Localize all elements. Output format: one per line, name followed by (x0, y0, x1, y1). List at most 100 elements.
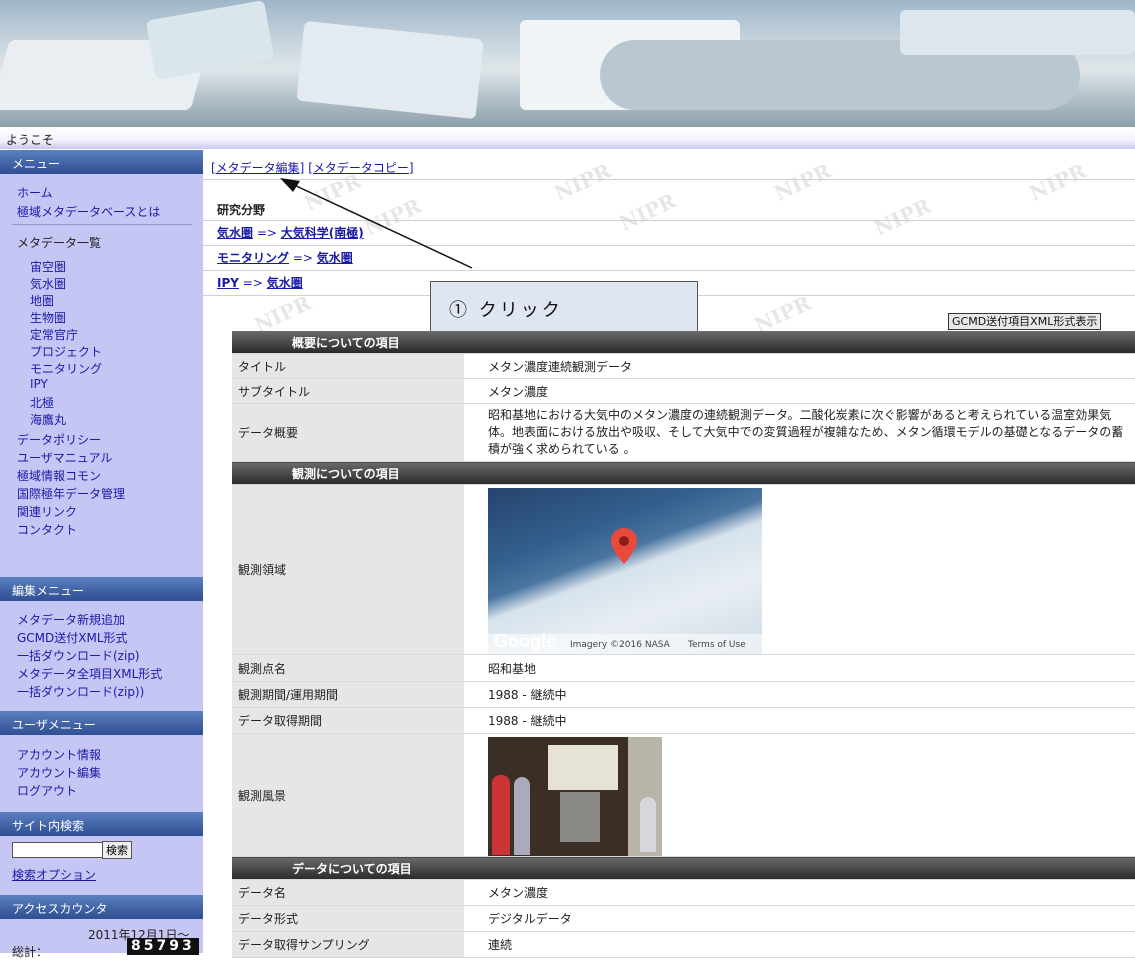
section-title: データについての項目 (232, 856, 464, 880)
row-value: 昭和基地 (464, 654, 1135, 682)
sidebar-item-category[interactable]: IPY (30, 377, 48, 391)
row-key: データ形式 (232, 905, 464, 932)
table-row: サブタイトル メタン濃度 (232, 378, 1135, 404)
divider (203, 179, 1135, 180)
sidebar-item-category[interactable]: 北極 (30, 394, 54, 411)
sidebar-item-logout[interactable]: ログアウト (17, 782, 77, 799)
header-banner-image (0, 0, 1135, 127)
section-title: 概要についての項目 (232, 331, 464, 354)
research-field-label: 研究分野 (217, 203, 266, 217)
watermark: NIPR (550, 158, 615, 206)
sidebar-header-user: ユーザメニュー (0, 711, 203, 735)
breadcrumb: 気水圏 => 大気科学(南極) (217, 224, 364, 241)
sidebar-item-category[interactable]: 生物圏 (30, 309, 66, 326)
row-key: 観測風景 (232, 733, 464, 857)
watermark: NIPR (615, 188, 680, 236)
sidebar-item-account-info[interactable]: アカウント情報 (17, 746, 101, 763)
table-row: データ取得サンプリング 連続 (232, 931, 1135, 958)
table-row: データ概要 昭和基地における大気中のメタン濃度の連続観測データ。二酸化炭素に次ぐ影… (232, 403, 1135, 462)
sidebar-item-link[interactable]: ユーザマニュアル (17, 449, 112, 466)
row-key: 観測点名 (232, 654, 464, 682)
google-logo: Google (494, 630, 556, 651)
sidebar-item-about[interactable]: 極域メタデータベースとは (17, 203, 160, 220)
row-value: メタン濃度 (464, 879, 1135, 906)
sidebar-item-link[interactable]: コンタクト (17, 521, 77, 538)
breadcrumb-link[interactable]: 気水圏 (317, 251, 353, 265)
row-key: データ取得期間 (232, 707, 464, 734)
sidebar-item-link[interactable]: 関連リンク (17, 503, 77, 520)
edit-menu-title: 編集メニュー (12, 584, 85, 598)
table-row: タイトル メタン濃度連続観測データ (232, 353, 1135, 379)
breadcrumb-link[interactable]: 大気科学(南極) (281, 226, 364, 240)
copy-metadata-link[interactable]: [メタデータコピー] (308, 161, 413, 175)
breadcrumb: モニタリング => 気水圏 (217, 249, 353, 266)
table-row: 観測風景 (232, 733, 1135, 857)
sidebar-item-category[interactable]: モニタリング (30, 360, 102, 377)
row-value: メタン濃度 (464, 378, 1135, 404)
sidebar-item-account-edit[interactable]: アカウント編集 (17, 764, 101, 781)
sidebar-item-all-zip[interactable]: 一括ダウンロード(zip)) (17, 683, 144, 700)
row-value (464, 733, 1135, 857)
table-row: データ形式 デジタルデータ (232, 905, 1135, 932)
site-search-input[interactable] (12, 842, 106, 858)
table-row: 観測点名 昭和基地 (232, 654, 1135, 682)
access-counter-value: 85793 (127, 938, 199, 955)
sidebar-item-link[interactable]: データポリシー (17, 431, 101, 448)
sidebar-header-edit: 編集メニュー (0, 577, 203, 601)
sidebar-item-link[interactable]: 国際極年データ管理 (17, 485, 125, 502)
row-key: データ取得サンプリング (232, 931, 464, 958)
section-header-data: データについての項目 (232, 856, 1135, 880)
row-value: デジタルデータ (464, 905, 1135, 932)
breadcrumb-link[interactable]: 気水圏 (267, 276, 303, 290)
row-value: Google Imagery ©2016 NASA Terms of Use (464, 484, 1135, 655)
row-value: 連続 (464, 931, 1135, 958)
search-options-link[interactable]: 検索オプション (12, 866, 96, 883)
sidebar-item-category[interactable]: 地圏 (30, 292, 54, 309)
map-imagery-credit: Imagery ©2016 NASA (570, 639, 670, 650)
gcmd-xml-display-button[interactable]: GCMD送付項目XML形式表示 (948, 313, 1102, 330)
table-row: 観測期間/運用期間 1988 - 継続中 (232, 681, 1135, 708)
sidebar-item-all-xml[interactable]: メタデータ全項目XML形式 (17, 665, 162, 682)
sidebar-item-home[interactable]: ホーム (17, 184, 53, 201)
counter-label: 総計： (12, 945, 49, 959)
map-terms-link[interactable]: Terms of Use (688, 640, 746, 650)
map-pin-icon (611, 527, 637, 564)
watermark: NIPR (770, 158, 835, 206)
watermark: NIPR (1025, 158, 1090, 206)
observation-area-map[interactable]: Google Imagery ©2016 NASA Terms of Use (488, 487, 762, 654)
sidebar-header-menu: メニュー (0, 150, 203, 174)
section-header-overview: 概要についての項目 (232, 331, 1135, 354)
sidebar-metadata-list-label: メタデータ一覧 (17, 236, 102, 250)
row-key: 観測領域 (232, 484, 464, 655)
breadcrumb-link[interactable]: IPY (217, 276, 239, 290)
sidebar-item-gcmd-xml[interactable]: GCMD送付XML形式 (17, 629, 128, 646)
observation-scene-photo (488, 736, 662, 856)
row-key: サブタイトル (232, 378, 464, 404)
row-key: 観測期間/運用期間 (232, 681, 464, 708)
watermark: NIPR (360, 193, 425, 241)
section-header-observation: 観測についての項目 (232, 461, 1135, 485)
divider (203, 220, 1135, 221)
sidebar-item-category[interactable]: 海鷹丸 (30, 411, 66, 428)
sidebar-item-gcmd-zip[interactable]: 一括ダウンロード(zip) (17, 647, 140, 664)
table-row: 観測領域 Google Imagery ©2016 NASA Terms of … (232, 484, 1135, 655)
breadcrumb-arrow: => (238, 276, 267, 290)
row-value: 1988 - 継続中 (464, 681, 1135, 708)
divider (203, 270, 1135, 271)
sidebar-item-category[interactable]: 宙空圏 (30, 258, 66, 275)
sidebar-item-link[interactable]: 極域情報コモン (17, 467, 101, 484)
breadcrumb-arrow: => (289, 251, 317, 265)
welcome-text: ようこそ (6, 133, 55, 147)
breadcrumb-link[interactable]: モニタリング (217, 251, 289, 265)
section-fill (464, 331, 1135, 354)
breadcrumb-link[interactable]: 気水圏 (217, 226, 253, 240)
sidebar-item-category[interactable]: プロジェクト (30, 343, 102, 360)
sidebar-item-category[interactable]: 気水圏 (30, 275, 66, 292)
row-key: データ名 (232, 879, 464, 906)
search-button[interactable]: 検索 (102, 841, 132, 859)
edit-metadata-link[interactable]: [メタデータ編集] (211, 161, 304, 175)
sidebar-item-category[interactable]: 定常官庁 (30, 326, 78, 343)
menu-title: メニュー (12, 157, 61, 171)
sidebar-item-new-metadata[interactable]: メタデータ新規追加 (17, 611, 125, 628)
section-title: 観測についての項目 (232, 461, 464, 485)
